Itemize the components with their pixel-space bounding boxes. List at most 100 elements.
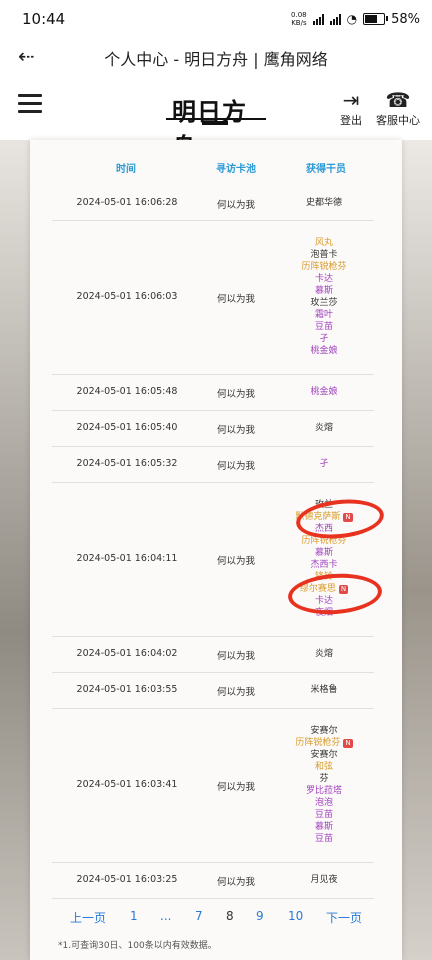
operator-label: 杰西卡: [310, 560, 338, 570]
operator-name: 历阵锐枪芬 N: [274, 737, 374, 749]
table-row: 2024-05-01 16:03:25 何以为我 月见夜: [52, 862, 374, 899]
page-9-link[interactable]: 9: [256, 909, 264, 923]
operator-name: 史都华德: [274, 197, 374, 209]
row-pool: 何以为我: [216, 782, 255, 793]
site-header: 明日方舟 ⇥ 登出 ☎ 客服中心: [0, 76, 432, 161]
table-row: 2024-05-01 16:03:41 何以为我 安赛尔 历阵锐枪芬 N 安赛尔和弦芬罗比…: [52, 708, 374, 863]
operator-name: 玫兰莎: [274, 297, 374, 309]
row-pool: 何以为我: [216, 461, 255, 472]
table-header: 时间 寻访卡池 获得干员: [52, 152, 374, 182]
table-row: 2024-05-01 16:04:02 何以为我 炎熔: [52, 636, 374, 673]
page-1-link[interactable]: 1: [130, 909, 138, 923]
operator-name: 历阵锐枪芬: [274, 261, 374, 273]
support-button[interactable]: ☎ 客服中心: [376, 88, 420, 128]
table-row: 2024-05-01 16:05:40 何以为我 炎熔: [52, 410, 374, 447]
operator-label: 炎熔: [314, 423, 333, 433]
operator-label: 慕斯: [314, 822, 333, 832]
row-pool: 何以为我: [216, 425, 255, 436]
operator-name: 慕斯: [274, 821, 374, 833]
operator-name: 安赛尔: [274, 725, 374, 737]
operator-label: 孑: [319, 459, 329, 469]
row-time: 2024-05-01 16:05:32: [76, 458, 178, 469]
operator-label: 历阵锐枪芬: [295, 738, 341, 748]
background-art-right: [402, 140, 432, 960]
operator-label: 泡普卡: [310, 250, 338, 260]
row-pool: 何以为我: [216, 687, 255, 698]
pagination: 上一页 1 ... 7 8 9 10 下一页: [52, 906, 374, 928]
operator-label: 桃金娘: [310, 346, 338, 356]
row-operators: 孑: [274, 458, 374, 470]
network-speed: 0.08 KB/s: [291, 11, 307, 27]
operator-label: 豆苗: [314, 810, 333, 820]
operator-name: 风丸: [274, 237, 374, 249]
operator-label: 安赛尔: [310, 750, 338, 760]
operator-label: 芬: [319, 774, 329, 784]
row-time: 2024-05-01 16:03:55: [76, 684, 178, 695]
next-page-link[interactable]: 下一页: [326, 909, 362, 926]
prev-page-link[interactable]: 上一页: [70, 909, 106, 926]
operator-name: 豆苗: [274, 809, 374, 821]
row-time: 2024-05-01 16:04:11: [76, 553, 178, 564]
signal-2-icon: [329, 13, 341, 25]
operator-label: 米格鲁: [310, 685, 338, 695]
page-10-link[interactable]: 10: [288, 909, 303, 923]
battery-icon: [363, 13, 389, 25]
operator-name: 芬: [274, 773, 374, 785]
row-time: 2024-05-01 16:05:48: [76, 386, 178, 397]
operator-name: 罗比菈塔: [274, 785, 374, 797]
row-time: 2024-05-01 16:06:03: [76, 291, 178, 302]
operator-label: 泡泡: [314, 798, 333, 808]
row-pool: 何以为我: [216, 556, 255, 567]
wifi-icon: ◔: [346, 12, 358, 26]
logout-button[interactable]: ⇥ 登出: [340, 88, 362, 128]
operator-name: 孑: [274, 458, 374, 470]
operator-name: 炎熔: [274, 422, 374, 434]
background-art-left: [0, 140, 30, 960]
page-title: 个人中心 - 明日方舟 | 鹰角网络: [104, 50, 328, 69]
page-7-link[interactable]: 7: [195, 909, 203, 923]
row-pool: 何以为我: [216, 651, 255, 662]
operator-name: 安赛尔: [274, 749, 374, 761]
logo[interactable]: 明日方舟: [166, 88, 266, 161]
row-operators: 桃金娘: [274, 386, 374, 398]
status-bar: 10:44 0.08 KB/s ◔ 58%: [0, 0, 432, 38]
operator-label: 玫兰莎: [310, 298, 338, 308]
row-pool: 何以为我: [216, 877, 255, 888]
support-icon: ☎: [385, 88, 411, 112]
row-operators: 史都华德: [274, 197, 374, 209]
header-ops: 获得干员: [306, 164, 346, 175]
header-time: 时间: [116, 164, 136, 175]
row-operators: 安赛尔 历阵锐枪芬 N 安赛尔 和弦芬罗比菈塔 泡泡 豆苗 慕斯 豆苗: [274, 725, 374, 845]
row-pool: 何以为我: [216, 294, 255, 305]
table-row: 2024-05-01 16:05:48 何以为我 桃金娘: [52, 374, 374, 411]
table-row: 2024-05-01 16:03:55 何以为我 米格鲁: [52, 672, 374, 709]
operator-label: 卡达: [314, 274, 333, 284]
table-row: 2024-05-01 16:06:03 何以为我 风丸 泡普卡 历阵锐枪芬 卡达慕斯玫兰莎…: [52, 220, 374, 375]
operator-label: 慕斯: [314, 286, 333, 296]
operator-name: 桃金娘: [274, 345, 374, 357]
row-time: 2024-05-01 16:05:40: [76, 422, 178, 433]
operator-label: 豆苗: [314, 834, 333, 844]
operator-name: 豆苗: [274, 321, 374, 333]
operator-name: 杰西卡: [274, 559, 374, 571]
header-pool: 寻访卡池: [216, 164, 256, 175]
operator-name: 霜叶: [274, 309, 374, 321]
operator-label: 史都华德: [305, 198, 342, 208]
row-operators: 风丸 泡普卡 历阵锐枪芬 卡达慕斯玫兰莎 霜叶 豆苗孑桃金娘: [274, 237, 374, 357]
signal-icon: [312, 13, 324, 25]
operator-label: 孑: [319, 334, 329, 344]
operator-label: 罗比菈塔: [305, 786, 342, 796]
page-8-current: 8: [226, 909, 234, 923]
operator-name: 炎熔: [274, 648, 374, 660]
row-time: 2024-05-01 16:03:41: [76, 779, 178, 790]
operator-label: 安赛尔: [310, 726, 338, 736]
row-operators: 炎熔: [274, 648, 374, 660]
table-row: 2024-05-01 16:06:28 何以为我 史都华德: [52, 186, 374, 221]
logout-icon: ⇥: [342, 88, 360, 112]
menu-icon[interactable]: [18, 94, 42, 118]
operator-name: 慕斯: [274, 285, 374, 297]
operator-label: 炎熔: [314, 649, 333, 659]
operator-label: 和弦: [314, 762, 333, 772]
row-operators: 炎熔: [274, 422, 374, 434]
operator-name: 桃金娘: [274, 386, 374, 398]
